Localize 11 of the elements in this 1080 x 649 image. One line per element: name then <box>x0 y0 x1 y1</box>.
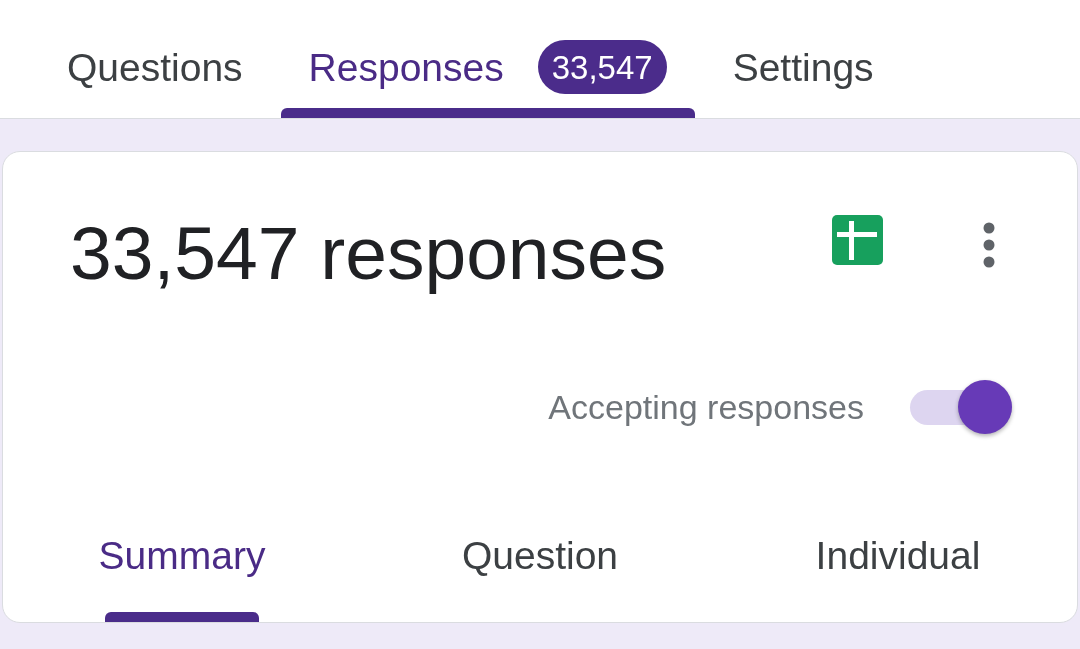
count-badge: 33,547 <box>537 40 667 94</box>
toggle-switch[interactable] <box>910 380 1012 434</box>
page-tab[interactable]: Questions <box>39 0 271 118</box>
page-tab[interactable]: Settings <box>704 0 902 118</box>
page-tab[interactable]: Responses 33,547 <box>280 0 695 118</box>
spreadsheet-icon[interactable] <box>832 215 883 265</box>
view-tab[interactable]: Question <box>361 434 719 622</box>
view-tab[interactable]: Individual <box>719 434 1077 622</box>
view-tab[interactable]: Summary <box>3 434 361 622</box>
more-options-icon[interactable] <box>983 222 995 268</box>
accepting-responses-label: Accepting responses <box>548 390 864 424</box>
